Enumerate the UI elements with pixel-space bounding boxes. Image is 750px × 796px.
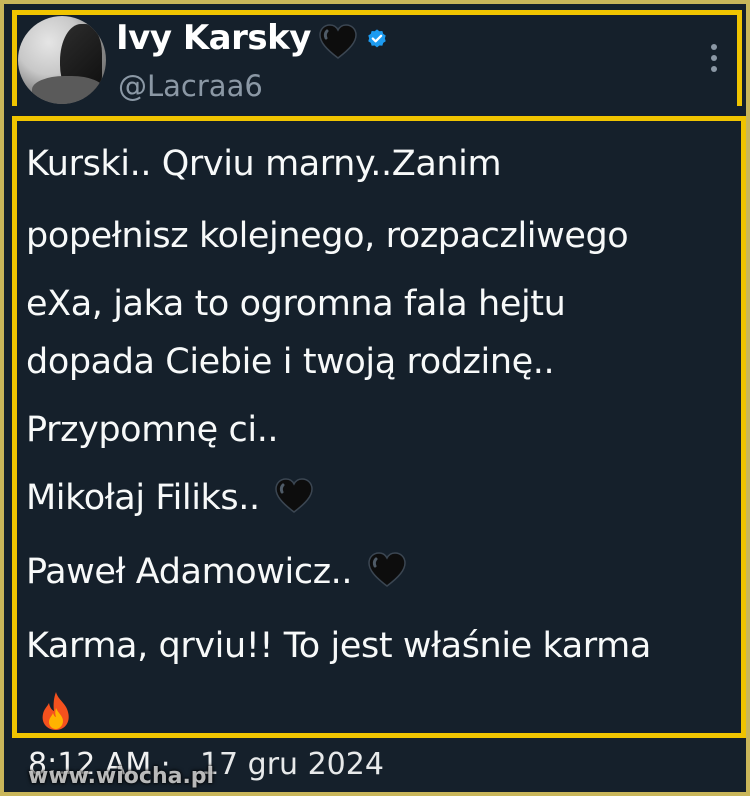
post-line: Paweł Adamowicz..	[26, 550, 409, 594]
black-heart-icon	[319, 24, 357, 59]
post-line-text: Karma, qrviu!! To jest właśnie karma	[26, 626, 651, 666]
post-line-text: dopada Ciebie i twoją rodzinę..	[26, 342, 555, 382]
post-line: popełnisz kolejnego, rozpaczliwego	[26, 214, 629, 258]
post-card: Ivy Karsky @Lacraa6 Kurski.. Qrviu marny…	[4, 4, 746, 792]
post-line: Karma, qrviu!! To jest właśnie karma	[26, 624, 651, 668]
author-handle[interactable]: @Lacraa6	[118, 68, 263, 104]
black-heart-icon	[275, 478, 314, 513]
post-line: dopada Ciebie i twoją rodzinę..	[26, 340, 555, 384]
post-line: Kurski.. Qrviu marny..Zanim	[26, 142, 502, 186]
post-line-text: Przypomnę ci..	[26, 410, 279, 450]
post-line-text: Mikołaj Filiks..	[26, 478, 260, 518]
avatar-body-shape	[32, 76, 104, 104]
post-line-text: Paweł Adamowicz..	[26, 552, 353, 592]
verified-badge-icon	[368, 29, 386, 48]
more-options-icon[interactable]	[706, 44, 722, 78]
fire-icon	[42, 692, 69, 730]
post-line: eXa, jaka to ogromna fala hejtu	[26, 282, 566, 326]
post-line: Przypomnę ci..	[26, 408, 279, 452]
post-line-text: Kurski.. Qrviu marny..Zanim	[26, 144, 502, 184]
avatar[interactable]	[18, 16, 106, 104]
post-line-text: popełnisz kolejnego, rozpaczliwego	[26, 216, 629, 256]
post-date: 17 gru 2024	[199, 747, 384, 782]
author-name[interactable]: Ivy Karsky	[116, 18, 311, 58]
post-line: Mikołaj Filiks..	[26, 476, 316, 520]
watermark: www.wiocha.pl	[28, 764, 215, 789]
black-heart-icon	[368, 552, 406, 587]
post-line-text: eXa, jaka to ogromna fala hejtu	[26, 284, 566, 324]
